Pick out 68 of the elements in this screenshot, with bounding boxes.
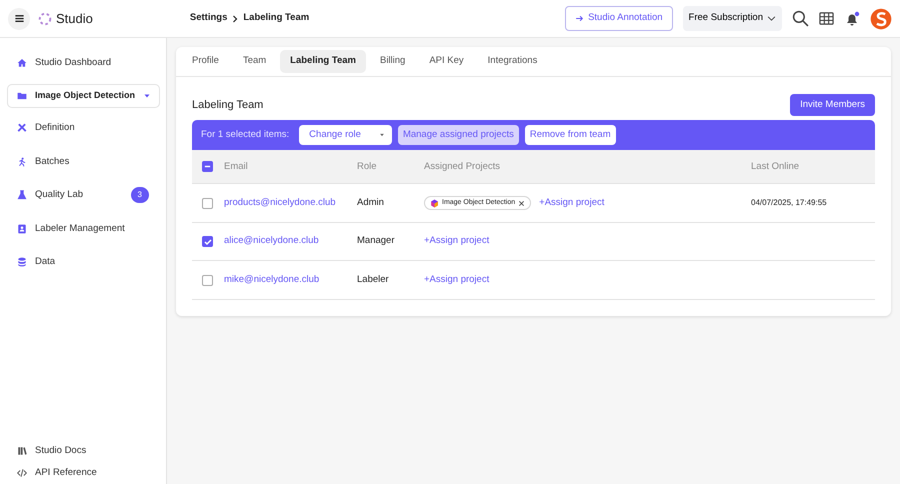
cube-icon bbox=[430, 198, 439, 208]
checkbox[interactable] bbox=[202, 198, 213, 208]
invite-members-button[interactable]: Invite Members bbox=[790, 94, 875, 116]
books-icon bbox=[17, 446, 27, 456]
search-icon[interactable] bbox=[792, 10, 809, 27]
sidebar-item[interactable]: Data bbox=[0, 246, 166, 279]
settings-tab[interactable]: Billing bbox=[370, 50, 416, 73]
assign-project-link[interactable]: +Assign project bbox=[424, 234, 490, 249]
flask-icon bbox=[17, 190, 27, 200]
avatar-icon[interactable] bbox=[870, 8, 892, 30]
checkbox[interactable] bbox=[202, 236, 213, 247]
table-cell-text: Admin bbox=[357, 196, 385, 210]
sidebar-item[interactable]: Definition bbox=[0, 112, 166, 145]
code-icon bbox=[17, 468, 27, 478]
sidebar-item[interactable]: API Reference bbox=[0, 462, 166, 484]
table-cell-text: Manager bbox=[357, 234, 396, 248]
arrow-right-icon bbox=[575, 14, 584, 23]
bell-icon[interactable] bbox=[844, 10, 860, 26]
database-icon bbox=[17, 257, 27, 268]
folder-icon bbox=[17, 90, 27, 100]
settings-tab[interactable]: Team bbox=[232, 50, 276, 73]
bulk-action-button[interactable]: Change role bbox=[299, 125, 392, 146]
email-link[interactable]: mike@nicelydone.club bbox=[224, 274, 320, 285]
menu-button[interactable] bbox=[8, 8, 30, 30]
section-title: Labeling Team bbox=[192, 98, 264, 113]
home-icon bbox=[17, 58, 27, 68]
caret-down-icon bbox=[378, 132, 385, 138]
sidebar-item[interactable]: Labeler Management bbox=[0, 212, 166, 246]
project-select[interactable]: Image Object Detection bbox=[7, 84, 160, 108]
email-link[interactable]: products@nicelydone.club bbox=[224, 196, 336, 208]
table-cell-text: Labeler bbox=[357, 272, 390, 287]
assign-project-link[interactable]: +Assign project bbox=[424, 272, 490, 288]
chevron-down-icon bbox=[767, 14, 776, 23]
checkbox[interactable] bbox=[202, 161, 213, 172]
column-header: Email bbox=[224, 160, 249, 174]
column-header: Last Online bbox=[751, 160, 800, 174]
sidebar-item[interactable]: Studio Dashboard bbox=[0, 46, 166, 80]
logo-icon bbox=[38, 12, 52, 26]
last-online-time: 04/07/2025, 17:49:55 bbox=[751, 198, 827, 207]
email-link[interactable]: alice@nicelydone.club bbox=[224, 235, 319, 246]
settings-tab[interactable]: API Key bbox=[419, 50, 474, 73]
menu-icon bbox=[14, 13, 24, 24]
breadcrumb-item[interactable]: Settings bbox=[190, 11, 228, 26]
selection-count: For 1 selected items: bbox=[201, 128, 290, 142]
caret-down-icon bbox=[143, 92, 152, 100]
close-icon[interactable] bbox=[518, 200, 526, 206]
breadcrumb-item: Labeling Team bbox=[243, 11, 310, 26]
assign-project-link[interactable]: +Assign project bbox=[539, 196, 604, 210]
chevron-right-icon bbox=[231, 14, 240, 22]
running-person-icon bbox=[17, 156, 27, 167]
studio-annotation-button[interactable]: Studio Annotation bbox=[565, 6, 673, 31]
check-icon bbox=[204, 238, 212, 246]
column-header: Assigned Projects bbox=[424, 160, 502, 174]
column-header: Role bbox=[357, 160, 378, 174]
contact-card-icon bbox=[17, 224, 27, 234]
project-name: Image Object Detection bbox=[35, 88, 136, 102]
grid-icon[interactable] bbox=[819, 11, 834, 26]
sidebar-item[interactable]: Batches bbox=[0, 145, 166, 178]
sidebar-item[interactable]: Quality Lab 3 bbox=[0, 178, 166, 212]
checkbox[interactable] bbox=[202, 274, 213, 286]
subscription-dropdown[interactable]: Free Subscription bbox=[682, 6, 782, 31]
settings-tab[interactable]: Profile bbox=[182, 50, 229, 73]
app-name: Studio bbox=[56, 10, 93, 28]
bulk-action-button[interactable]: Remove from team bbox=[524, 125, 616, 146]
settings-tab[interactable]: Integrations bbox=[478, 50, 548, 73]
count-badge: 3 bbox=[130, 187, 149, 204]
settings-tab[interactable]: Labeling Team bbox=[280, 50, 366, 73]
sidebar-item[interactable]: Studio Docs bbox=[0, 440, 166, 462]
